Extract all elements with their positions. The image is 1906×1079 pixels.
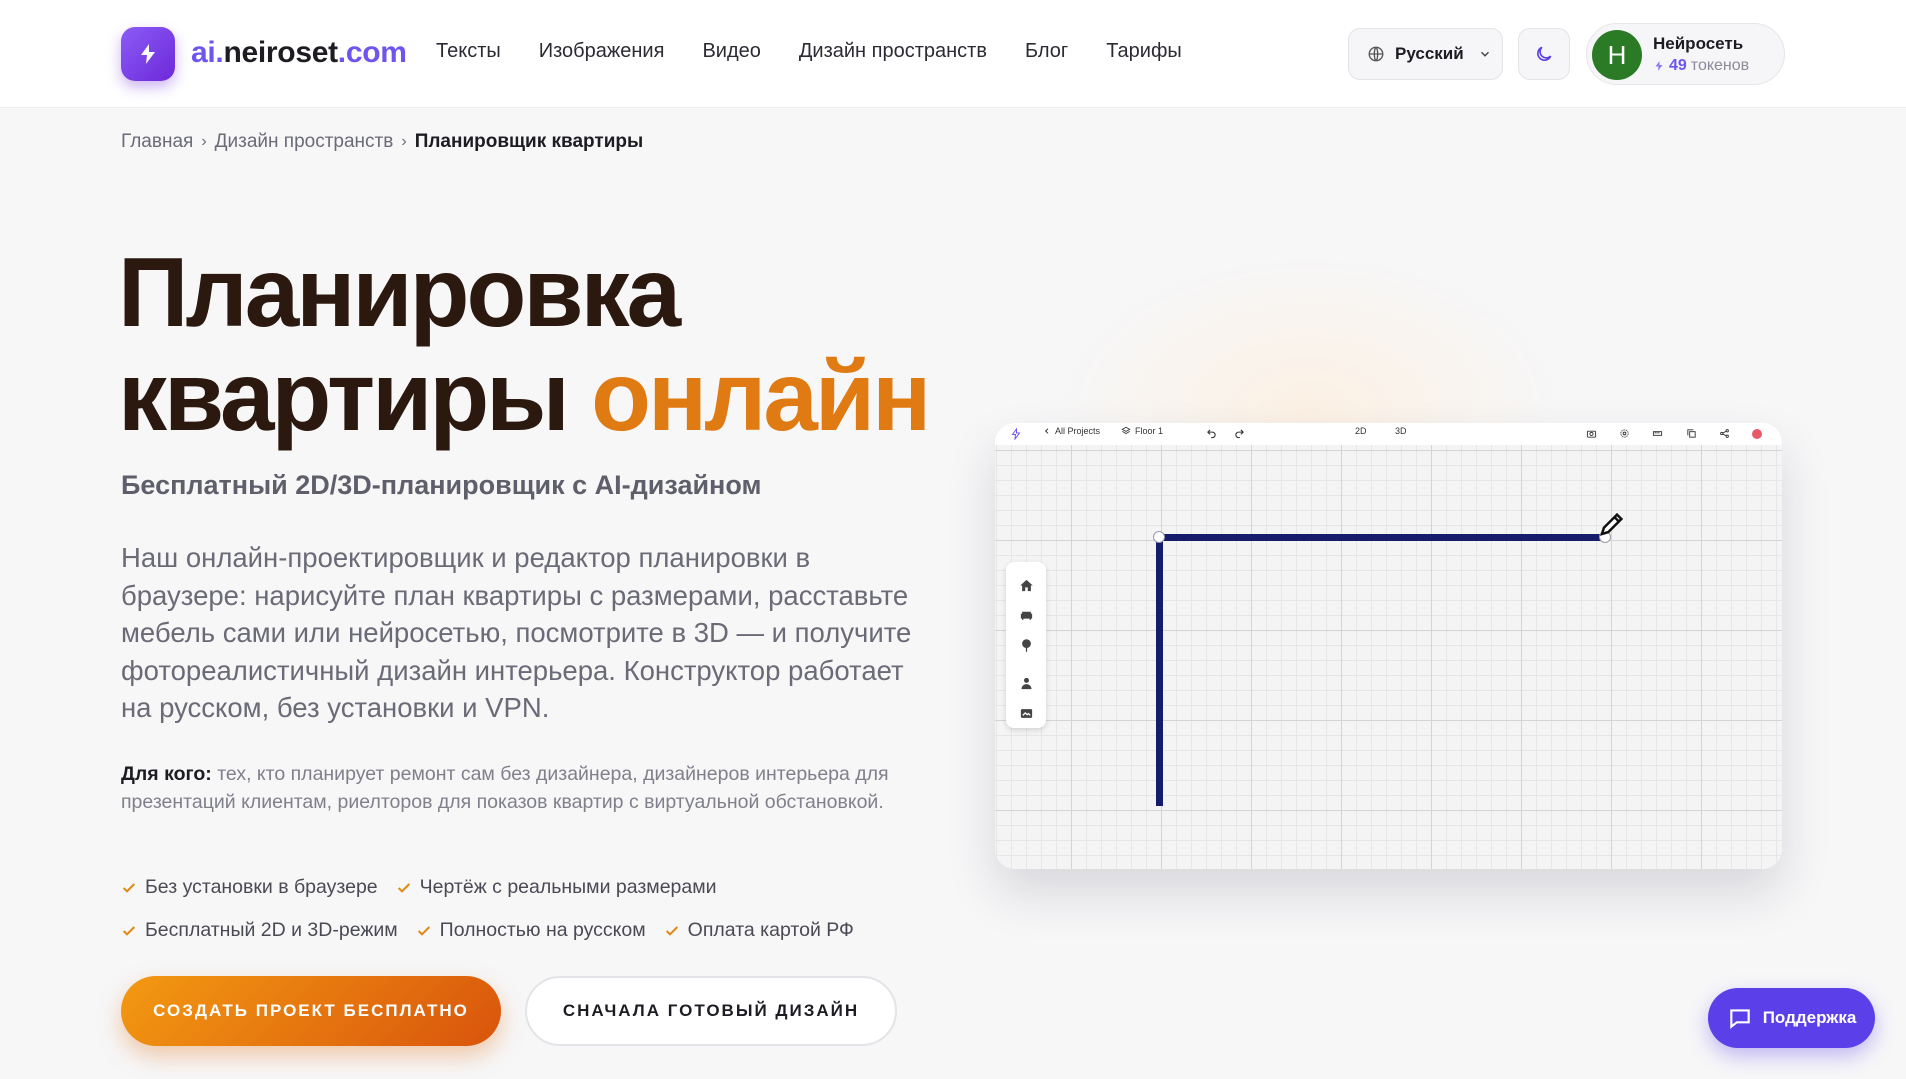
feature-item: Полностью на русском [416,919,646,942]
chevron-right-icon: › [201,133,207,150]
title-accent: онлайн [591,341,931,451]
breadcrumb-current: Планировщик квартиры [414,131,644,152]
title-line-2: квартиры [118,341,570,451]
breadcrumb: Главная › Дизайн пространств › Планировщ… [121,131,643,153]
feature-row: Бесплатный 2D и 3D-режим Полностью на ру… [121,919,941,942]
nav-space-design[interactable]: Дизайн пространств [799,40,987,63]
user-profile-chip[interactable]: Н Нейросеть 49 токенов [1586,23,1785,85]
main-nav: Тексты Изображения Видео Дизайн простран… [436,40,1182,63]
support-button[interactable]: Поддержка [1708,988,1875,1048]
feature-item: Без установки в браузере [121,876,378,899]
check-icon [664,923,680,939]
undo-icon[interactable] [1205,427,1218,440]
redo-icon[interactable] [1233,427,1246,440]
globe-icon [1367,45,1385,63]
layers-icon [1121,426,1131,434]
nav-video[interactable]: Видео [702,40,760,63]
feature-label: Бесплатный 2D и 3D-режим [145,919,398,941]
chevron-left-icon [1044,428,1049,434]
chevron-down-icon [1478,47,1492,61]
copy-icon[interactable] [1685,427,1698,440]
wall-node[interactable] [1153,531,1165,543]
nav-blog[interactable]: Блог [1025,40,1068,63]
mode-3d-button[interactable]: 3D [1395,426,1407,436]
floor-select[interactable]: Floor 1 [1121,426,1163,436]
page-title: Планировка квартиры онлайн [118,237,931,451]
nav-pricing[interactable]: Тарифы [1106,40,1182,63]
layers-icon[interactable] [1018,705,1034,721]
create-project-button[interactable]: СОЗДАТЬ ПРОЕКТ БЕСПЛАТНО [121,976,501,1046]
hero-description: Наш онлайн-проектировщик и редактор план… [121,542,912,723]
feature-item: Чертёж с реальными размерами [396,876,717,899]
planner-toolbar: All Projects Floor 1 2D 3D [995,423,1782,445]
mode-2d-button[interactable]: 2D [1355,426,1367,436]
feature-item: Оплата картой РФ [664,919,854,942]
logo-lightning-icon[interactable] [121,27,175,81]
feature-row: Без установки в браузере Чертёж с реальн… [121,876,941,899]
camera-icon[interactable] [1585,427,1598,440]
person-icon[interactable] [1018,675,1034,691]
logo-text[interactable]: ai.neiroset.com [191,36,407,70]
language-label: Русский [1395,44,1464,63]
logo-part-3: .com [337,36,407,69]
ready-design-button[interactable]: СНАЧАЛА ГОТОВЫЙ ДИЗАЙН [525,976,897,1046]
language-select[interactable]: Русский [1348,28,1503,80]
chevron-right-icon: › [401,133,407,150]
pencil-icon [1597,509,1627,539]
all-projects-link[interactable]: All Projects [1043,426,1100,436]
check-icon [121,880,137,896]
feature-label: Без установки в браузере [145,876,378,898]
target-audience: Для кого: тех, кто планирует ремонт сам … [121,760,911,816]
logo-part-1: ai. [191,36,224,69]
feature-label: Оплата картой РФ [687,919,854,941]
settings-icon[interactable] [1618,427,1631,440]
all-projects-label: All Projects [1055,426,1101,436]
share-icon[interactable] [1718,427,1731,440]
planner-side-toolbar [1006,562,1046,728]
nav-texts[interactable]: Тексты [436,40,501,63]
planner-preview[interactable]: All Projects Floor 1 2D 3D [995,423,1782,869]
feature-label: Чертёж с реальными размерами [419,876,717,898]
support-label: Поддержка [1762,1008,1857,1027]
home-icon[interactable] [1018,577,1034,593]
user-tokens: 49 токенов [1653,57,1749,75]
avatar: Н [1592,30,1642,80]
planner-logo-icon [1009,427,1022,440]
planner-canvas[interactable] [995,445,1782,869]
site-header: ai.neiroset.com Тексты Изображения Видео… [0,0,1906,108]
breadcrumb-home[interactable]: Главная [121,131,193,153]
check-icon [121,923,137,939]
wall-horizontal[interactable] [1159,534,1605,541]
target-audience-text: тех, кто планирует ремонт сам без дизайн… [121,763,889,813]
hero-subtitle: Бесплатный 2D/3D-планировщик с AI-дизайн… [121,470,762,500]
theme-toggle-button[interactable] [1518,28,1570,80]
feature-label: Полностью на русском [439,919,646,941]
feature-item: Бесплатный 2D и 3D-режим [121,919,398,942]
breadcrumb-section[interactable]: Дизайн пространств [215,131,394,153]
sofa-icon[interactable] [1018,607,1034,623]
nav-images[interactable]: Изображения [539,40,665,63]
user-name: Нейросеть [1653,34,1744,53]
token-count: 49 [1669,57,1687,74]
token-label: токенов [1690,57,1750,74]
logo-part-2: neiroset [223,36,338,69]
target-audience-label: Для кого: [121,763,212,785]
bolt-icon [1653,60,1665,72]
feature-list: Без установки в браузере Чертёж с реальн… [121,876,941,962]
title-line-1: Планировка [118,237,681,347]
check-icon [396,880,412,896]
tree-icon[interactable] [1018,637,1034,653]
chat-icon [1727,1005,1753,1031]
ruler-icon[interactable] [1651,427,1664,440]
floor-label: Floor 1 [1135,426,1164,436]
check-icon [416,923,432,939]
wall-vertical[interactable] [1156,534,1163,806]
user-avatar-icon[interactable] [1750,427,1763,440]
moon-icon [1534,44,1554,64]
